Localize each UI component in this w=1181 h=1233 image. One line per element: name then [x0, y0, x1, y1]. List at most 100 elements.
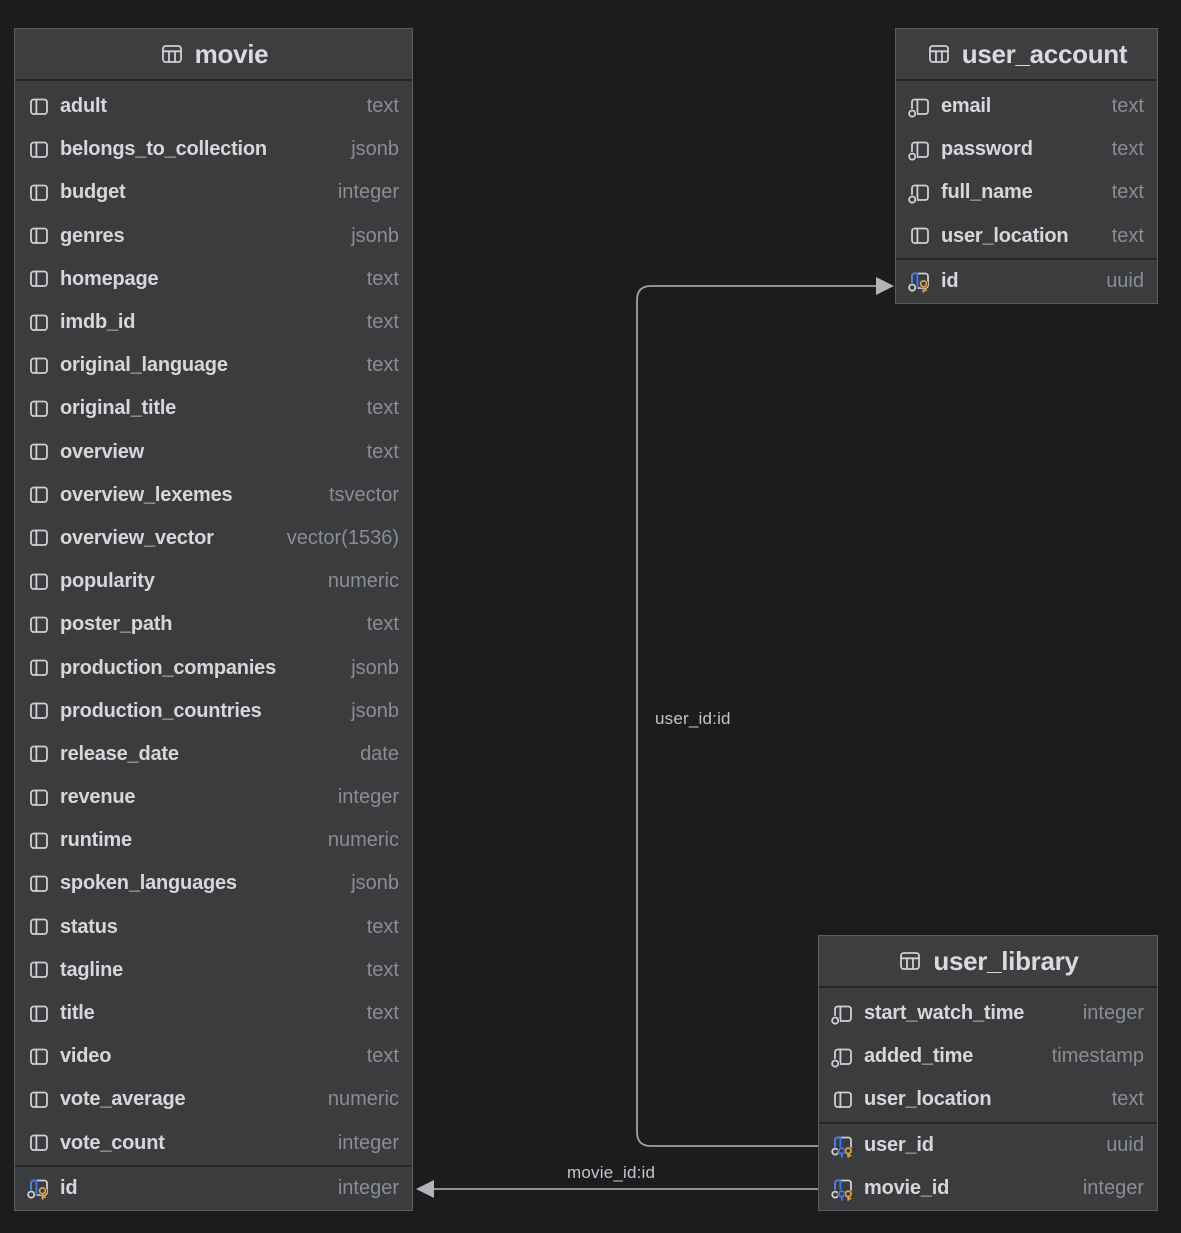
column-type: text [367, 95, 399, 118]
column-row[interactable]: overview text [15, 431, 412, 474]
key-column-row[interactable]: id integer [15, 1167, 412, 1210]
column-name: email [941, 95, 991, 118]
col-icon [26, 1130, 52, 1156]
column-type: timestamp [1052, 1045, 1144, 1068]
column-name: poster_path [60, 613, 172, 636]
column-name: production_countries [60, 700, 262, 723]
column-name: overview_lexemes [60, 484, 232, 507]
column-type: numeric [328, 829, 399, 852]
column-type: numeric [328, 1088, 399, 1111]
col-icon [830, 1087, 856, 1113]
column-type: jsonb [351, 225, 399, 248]
column-type: text [367, 959, 399, 982]
column-row[interactable]: added_time timestamp [819, 1035, 1157, 1078]
column-row[interactable]: tagline text [15, 949, 412, 992]
column-row[interactable]: title text [15, 992, 412, 1035]
column-row[interactable]: imdb_id text [15, 301, 412, 344]
table-movie-header[interactable]: movie [15, 29, 412, 81]
column-name: original_title [60, 397, 176, 420]
column-row[interactable]: genres jsonb [15, 215, 412, 258]
column-name: password [941, 138, 1033, 161]
column-type: text [1112, 1088, 1144, 1111]
col-icon [26, 871, 52, 897]
table-icon [159, 41, 185, 67]
column-type: text [1112, 225, 1144, 248]
column-row[interactable]: production_countries jsonb [15, 690, 412, 733]
column-row[interactable]: homepage text [15, 258, 412, 301]
column-row[interactable]: vote_count integer [15, 1122, 412, 1165]
column-row[interactable]: popularity numeric [15, 560, 412, 603]
column-row[interactable]: vote_average numeric [15, 1078, 412, 1121]
column-name: title [60, 1002, 95, 1025]
col-icon [26, 1087, 52, 1113]
column-name: user_location [864, 1088, 991, 1111]
column-type: text [1112, 95, 1144, 118]
col-icon [26, 180, 52, 206]
column-name: budget [60, 181, 125, 204]
table-user-library-header[interactable]: user_library [819, 936, 1157, 988]
column-row[interactable]: adult text [15, 85, 412, 128]
column-row[interactable]: spoken_languages jsonb [15, 862, 412, 905]
column-row[interactable]: budget integer [15, 171, 412, 214]
column-name: id [941, 270, 958, 293]
table-title: movie [195, 39, 269, 70]
column-type: text [367, 397, 399, 420]
column-row[interactable]: status text [15, 906, 412, 949]
column-type: numeric [328, 570, 399, 593]
column-type: integer [338, 1177, 399, 1200]
col-icon [26, 137, 52, 163]
column-type: uuid [1106, 1134, 1144, 1157]
column-name: homepage [60, 268, 158, 291]
column-type: text [367, 441, 399, 464]
column-row[interactable]: original_language text [15, 344, 412, 387]
column-row[interactable]: full_name text [896, 171, 1157, 214]
column-row[interactable]: poster_path text [15, 603, 412, 646]
column-type: text [367, 916, 399, 939]
pk-icon [26, 1175, 52, 1201]
column-type: date [360, 743, 399, 766]
column-name: overview_vector [60, 527, 214, 550]
column-type: integer [338, 181, 399, 204]
key-column-row[interactable]: movie_id integer [819, 1167, 1157, 1210]
coldot-icon [830, 1044, 856, 1070]
column-row[interactable]: runtime numeric [15, 819, 412, 862]
column-row[interactable]: start_watch_time integer [819, 992, 1157, 1035]
column-row[interactable]: email text [896, 85, 1157, 128]
column-name: user_id [864, 1134, 934, 1157]
table-user-library: user_library start_watch_time integer ad… [818, 935, 1158, 1211]
col-icon [26, 1044, 52, 1070]
column-row[interactable]: release_date date [15, 733, 412, 776]
coldot-icon [830, 1001, 856, 1027]
key-column-row[interactable]: id uuid [896, 260, 1157, 303]
col-icon [26, 828, 52, 854]
column-name: tagline [60, 959, 123, 982]
column-type: integer [1083, 1177, 1144, 1200]
column-name: user_location [941, 225, 1068, 248]
column-row[interactable]: password text [896, 128, 1157, 171]
column-row[interactable]: overview_vector vector(1536) [15, 517, 412, 560]
column-name: runtime [60, 829, 132, 852]
table-user-account-header[interactable]: user_account [896, 29, 1157, 81]
column-type: jsonb [351, 700, 399, 723]
column-row[interactable]: video text [15, 1035, 412, 1078]
column-type: jsonb [351, 138, 399, 161]
col-icon [26, 698, 52, 724]
column-row[interactable]: overview_lexemes tsvector [15, 474, 412, 517]
column-type: text [367, 268, 399, 291]
column-name: full_name [941, 181, 1033, 204]
column-row[interactable]: user_location text [896, 215, 1157, 258]
column-row[interactable]: production_companies jsonb [15, 646, 412, 689]
column-row[interactable]: original_title text [15, 387, 412, 430]
column-row[interactable]: revenue integer [15, 776, 412, 819]
column-row[interactable]: belongs_to_collection jsonb [15, 128, 412, 171]
col-icon [26, 353, 52, 379]
column-row[interactable]: user_location text [819, 1078, 1157, 1121]
column-name: popularity [60, 570, 155, 593]
column-type: text [367, 1002, 399, 1025]
table-icon [897, 948, 923, 974]
column-type: jsonb [351, 657, 399, 680]
column-type: text [367, 311, 399, 334]
col-icon [26, 914, 52, 940]
key-column-row[interactable]: user_id uuid [819, 1124, 1157, 1167]
relation-label-movie-id: movie_id:id [567, 1163, 655, 1183]
